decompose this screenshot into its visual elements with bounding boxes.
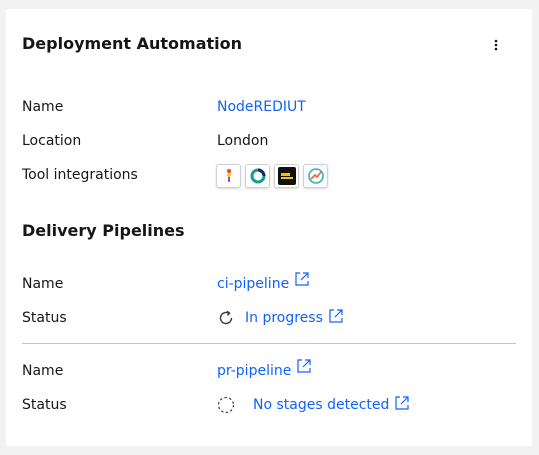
card-title: Deployment Automation — [22, 34, 243, 53]
gauge-tool-icon — [307, 168, 324, 184]
tool-integrations-label: Tool integrations — [22, 167, 138, 183]
overflow-menu-button[interactable] — [486, 35, 506, 55]
lightbulb-tool-icon — [226, 169, 231, 182]
location-value: London — [217, 133, 269, 149]
launch-icon[interactable] — [295, 272, 309, 286]
pipeline-divider — [22, 343, 516, 344]
tool-integration-4[interactable] — [303, 164, 328, 188]
pipeline-name-text[interactable]: pr-pipeline — [217, 363, 291, 379]
pipeline-name-link-ci[interactable]: ci-pipeline — [217, 272, 309, 293]
dark-tool-icon — [277, 167, 296, 185]
pipeline-status-pr: No stages detected — [217, 396, 409, 414]
pipeline-name-text[interactable]: ci-pipeline — [217, 276, 289, 292]
pipeline-name-label: Name — [22, 363, 64, 379]
pipeline-status-label: Status — [22, 310, 67, 326]
tool-integrations-list — [216, 164, 328, 188]
tool-integration-2[interactable] — [245, 164, 270, 188]
tool-integration-3[interactable] — [274, 164, 299, 188]
name-label: Name — [22, 99, 64, 115]
pipeline-status-text[interactable]: In progress — [245, 309, 323, 327]
ring-tool-icon — [250, 168, 265, 184]
toolchain-name-link[interactable]: NodeREDIUT — [217, 98, 306, 116]
tool-integration-1[interactable] — [216, 164, 241, 188]
pipeline-status-ci: In progress — [217, 309, 343, 327]
pipeline-name-link-pr[interactable]: pr-pipeline — [217, 359, 311, 380]
overflow-menu-vertical-icon — [494, 39, 498, 51]
launch-icon[interactable] — [297, 359, 311, 373]
location-label: Location — [22, 133, 82, 149]
launch-icon[interactable] — [329, 309, 343, 323]
not-started-icon — [217, 396, 235, 414]
deployment-automation-card: Deployment Automation Name NodeREDIUT Lo… — [6, 9, 532, 446]
pipeline-name-label: Name — [22, 276, 64, 292]
pipeline-status-label: Status — [22, 397, 67, 413]
delivery-pipelines-heading: Delivery Pipelines — [22, 221, 185, 240]
pipeline-status-text[interactable]: No stages detected — [253, 396, 389, 414]
in-progress-icon — [217, 309, 235, 327]
launch-icon[interactable] — [395, 396, 409, 410]
